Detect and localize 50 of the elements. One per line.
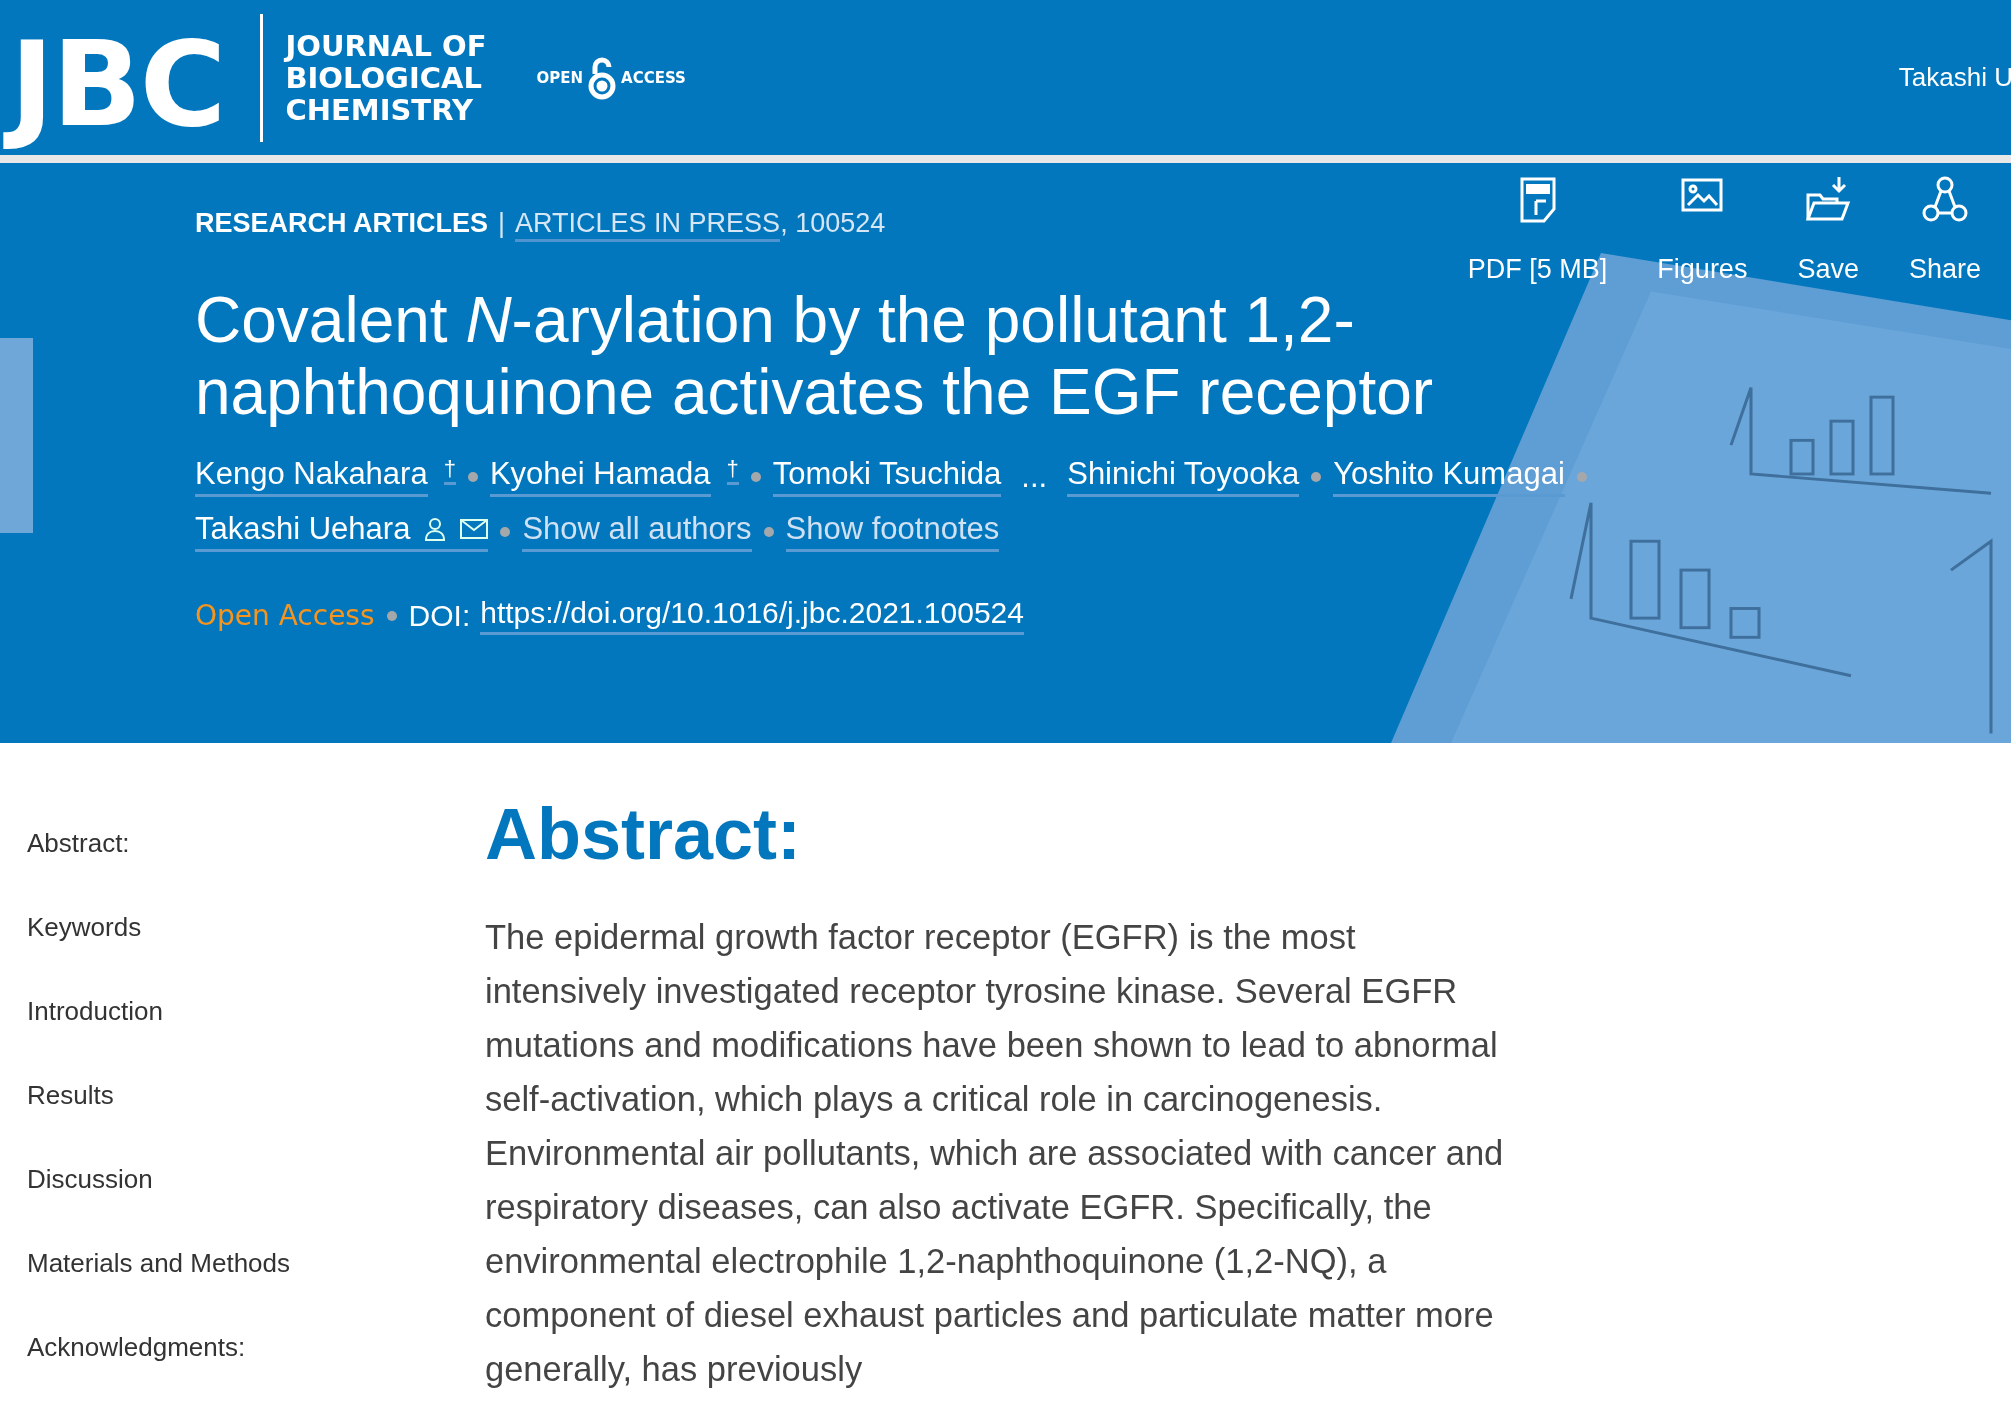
author-link[interactable]: Tomoki Tsuchida [772, 456, 1002, 497]
pdf-button[interactable]: PDF [5 MB] [1467, 175, 1608, 285]
sidebar-item[interactable]: Results [27, 1079, 485, 1112]
sidebar-item[interactable]: Introduction [27, 995, 485, 1028]
sidebar-item[interactable]: Acknowledgments: [27, 1331, 485, 1364]
abstract-heading: Abstract: [485, 795, 803, 875]
side-tab[interactable] [0, 338, 33, 533]
article-title: Covalent N-arylation by the pollutant 1,2-naphthoquinone activates the EGF receptor [195, 284, 1435, 428]
sidebar-item[interactable]: Abstract: [27, 827, 485, 860]
footnotes-link[interactable]: Show footnotes [785, 511, 1000, 552]
separator-dot [500, 526, 511, 537]
doi-label: DOI: [408, 598, 471, 633]
footnote-mark[interactable]: † [726, 456, 739, 485]
separator: | [498, 208, 506, 239]
author-link[interactable]: Takashi Uehara [195, 511, 489, 552]
issue-link[interactable]: ARTICLES IN PRESS [515, 208, 781, 242]
section-label: RESEARCH ARTICLES [195, 208, 489, 239]
separator-dot [1311, 471, 1322, 482]
authors-link[interactable]: Show all authors [522, 511, 752, 552]
person-icon [424, 517, 447, 541]
journal-name[interactable]: JOURNAL OF BIOLOGICAL CHEMISTRY [285, 29, 487, 126]
open-lock-icon [587, 55, 618, 100]
separator-dot [386, 610, 397, 621]
sidebar-item[interactable]: Materials and Methods [27, 1247, 485, 1280]
figures-button[interactable]: Figures [1657, 175, 1748, 285]
folder-download-icon [1805, 175, 1852, 223]
open-access-label: OPEN [536, 68, 584, 87]
share-icon [1920, 175, 1969, 223]
sidebar-item[interactable]: Keywords [27, 911, 485, 944]
author-link[interactable]: Shinichi Toyooka [1067, 456, 1300, 497]
sidebar-item[interactable]: Discussion [27, 1163, 485, 1196]
open-access-label: Open Access [195, 599, 375, 632]
journal-logo[interactable]: JBC [4, 13, 235, 156]
author-link[interactable]: Kyohei Hamada [489, 456, 711, 497]
user-name[interactable]: Takashi U [1898, 62, 2011, 93]
footnote-mark[interactable]: † [443, 456, 456, 485]
separator-dot [1576, 471, 1587, 482]
article-number: , 100524 [780, 208, 886, 239]
doi-link[interactable]: https://doi.org/10.1016/j.jbc.2021.100524 [480, 596, 1024, 635]
author-link[interactable]: Kengo Nakahara [195, 456, 428, 497]
separator-dot [467, 471, 478, 482]
author-link[interactable]: Yoshito Kumagai [1333, 456, 1565, 497]
open-access-label: ACCESS [621, 68, 686, 87]
save-button[interactable]: Save [1797, 175, 1859, 285]
abstract-text: The epidermal growth factor receptor (EGFR) is the most intensively investigated receptor tyrosine kinase. Several EGFR mutations and modifications have been shown to lead to abnormal self-activation, which plays a critical role in carcinogenesis. Environmental air pollutants, which are associated with cancer and respiratory diseases, can also activate EGFR. Specifically, the environmental electrophile 1,2-naphthoquinone (1,2-NQ), a component of diesel exhaust particles and particulate matter more generally, has previously [485, 917, 1505, 1391]
share-button[interactable]: Share [1908, 175, 1981, 285]
separator-dot [750, 471, 761, 482]
ellipsis: ... [1021, 458, 1048, 495]
mail-icon [460, 519, 489, 539]
separator-dot [763, 526, 774, 537]
